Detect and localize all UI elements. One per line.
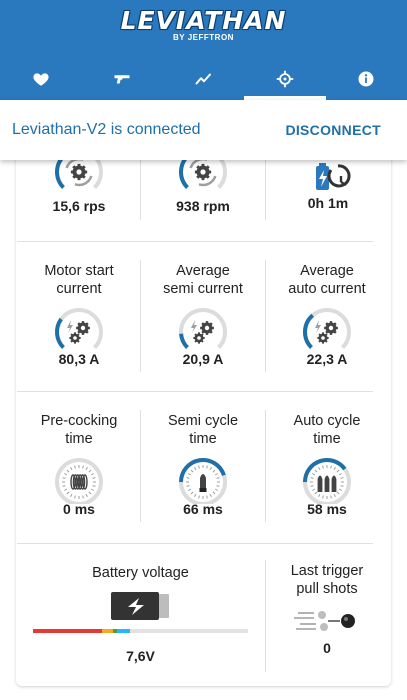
tab-targeting[interactable] [244,58,327,100]
heart-icon [33,73,49,86]
stat-label: current [56,281,102,297]
stat-value: 0 ms [63,501,95,517]
logo-text: LEVIATHAN [120,6,287,35]
stat-label: Motor start [44,263,114,279]
divider [17,391,373,392]
gun-icon [114,75,130,84]
crosshair-icon [276,70,294,88]
stat-label: semi current [163,281,243,297]
stat-label: time [65,431,93,447]
stat-cell-auto-cycle-time: Auto cycle time 58 ms [277,412,377,517]
disconnect-button[interactable]: DISCONNECT [285,122,381,138]
stat-value: 15,6 rps [52,198,106,214]
divider [265,410,266,522]
stat-label: Pre-cocking [40,413,118,429]
stat-value: 80,3 A [58,351,100,367]
divider [17,543,373,544]
connection-status: Leviathan-V2 is connected [12,121,201,138]
tab-statistics[interactable] [163,58,244,100]
chart-line-icon [195,73,211,85]
divider [140,260,141,372]
connection-bar: Leviathan-V2 is connected DISCONNECT [0,100,407,160]
stat-label: time [189,431,217,447]
stat-cell-motor-start-current: Motor start current 80,3 A [29,262,129,367]
divider [265,160,266,220]
divider [17,241,373,242]
stat-label: Average [176,263,230,279]
stat-value: 20,9 A [182,351,224,367]
last-trigger-label: pull shots [296,581,358,597]
gear-cycle-icon [179,160,227,189]
stat-cell-average-auto-current: Average auto current 22,3 A [277,262,377,367]
bullets-icon [303,458,351,504]
battery-level-segment [116,629,130,633]
stat-cell-rate: 15,6 rps [34,160,124,214]
battery-charging-icon [110,592,169,620]
stat-label: auto current [288,281,366,297]
divider [265,560,266,672]
tab-favorites[interactable] [0,58,81,100]
divider [265,260,266,372]
battery-voltage-label: Battery voltage [92,565,189,581]
shots-fired-icon [294,611,355,631]
tab-info[interactable] [326,58,407,100]
tab-gun[interactable] [81,58,162,100]
logo-subtext: BY JEFFTRON [173,33,234,42]
bullet-icon [179,458,227,504]
battery-voltage-cell: Battery voltage [33,564,248,622]
battery-timer-icon [316,163,351,190]
stat-label: Average [300,263,354,279]
gears-lightning-icon [55,308,103,349]
tab-bar [0,58,407,100]
battery-level-segment [101,629,113,633]
battery-voltage-value: 7,6V [126,648,155,664]
divider [140,160,141,220]
stat-cell-battery-time: 0h 1m [283,160,373,211]
last-trigger-cell: Last trigger pull shots 0 [277,562,377,656]
stat-cell-average-semi-current: Average semi current 20,9 A [153,262,253,367]
stat-value: 22,3 A [306,351,348,367]
divider [140,410,141,522]
stat-cell-rpm: 938 rpm [158,160,248,214]
last-trigger-label: Last trigger [290,563,364,579]
battery-level-segment [33,629,102,633]
app-header: LEVIATHAN BY JEFFTRON [0,0,407,100]
stat-value: 66 ms [183,501,223,517]
stat-value: 938 rpm [176,198,230,214]
info-icon [358,71,374,87]
stat-label: time [313,431,341,447]
last-trigger-value: 0 [323,640,331,656]
stat-label: Auto cycle [293,413,361,429]
stat-cell-pre-cocking-time: Pre-cocking time 0 ms [29,412,129,517]
spring-icon [55,458,103,504]
stat-value: 58 ms [307,501,347,517]
stat-label: Semi cycle [167,413,239,429]
stat-value: 0h 1m [307,195,349,211]
app-logo: LEVIATHAN BY JEFFTRON [0,6,407,42]
gears-lightning-icon [179,308,227,349]
gears-lightning-icon [303,308,351,349]
battery-level-bar [33,629,248,633]
stat-cell-semi-cycle-time: Semi cycle time 66 ms [153,412,253,517]
gear-cycle-icon [55,160,103,189]
